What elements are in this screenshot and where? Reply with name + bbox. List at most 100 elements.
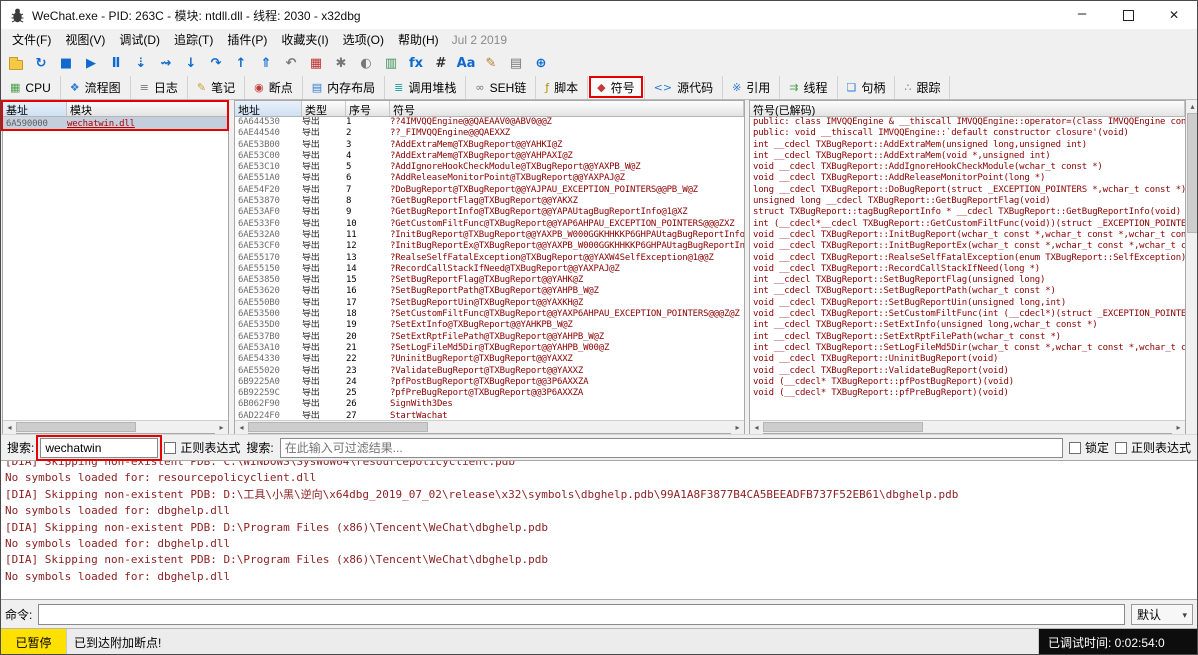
decoded-line[interactable]: void (__cdecl* TXBugReport::pfPreBugRepo… bbox=[750, 388, 1185, 399]
table-row[interactable]: 6AE55020 导出 23 ?ValidateBugReport@TXBugR… bbox=[235, 366, 744, 377]
table-row[interactable]: 6AE53B00 导出 3 ?AddExtraMem@TXBugReport@@… bbox=[235, 140, 744, 151]
symbol-filter-input[interactable] bbox=[280, 438, 1063, 458]
scrollbar-thumb[interactable] bbox=[248, 422, 428, 432]
decoded-line[interactable]: void __cdecl TXBugReport::UninitBugRepor… bbox=[750, 354, 1185, 365]
tab-cpu[interactable]: ▦ CPU bbox=[1, 76, 61, 99]
memory-layout-icon[interactable]: ▤ bbox=[504, 51, 528, 75]
module-row[interactable]: 6A590000 wechatwin.dll bbox=[3, 117, 228, 131]
menu-options[interactable]: 选项(O) bbox=[336, 29, 391, 50]
decoded-line[interactable]: void __cdecl TXBugReport::InitBugReport(… bbox=[750, 230, 1185, 241]
decoded-horizontal-scrollbar[interactable] bbox=[750, 420, 1185, 433]
table-row[interactable]: 6B062F90 导出 26 SignWith3Des bbox=[235, 399, 744, 410]
decoded-line[interactable]: void __cdecl TXBugReport::ValidateBugRep… bbox=[750, 366, 1185, 377]
scroll-left-icon[interactable] bbox=[235, 421, 248, 434]
decoded-line[interactable] bbox=[750, 411, 1185, 420]
decoded-line[interactable]: int __cdecl TXBugReport::SetBugReportFla… bbox=[750, 275, 1185, 286]
table-row[interactable]: 6AE532A0 导出 11 ?InitBugReport@TXBugRepor… bbox=[235, 230, 744, 241]
stop-icon[interactable]: ■ bbox=[54, 51, 78, 75]
decoded-line[interactable]: void __cdecl TXBugReport::SetCustomFiltF… bbox=[750, 309, 1185, 320]
scroll-right-icon[interactable] bbox=[215, 421, 228, 434]
table-row[interactable]: 6AE53870 导出 8 ?GetBugReportFlag@TXBugRep… bbox=[235, 196, 744, 207]
scroll-up-icon[interactable] bbox=[1186, 100, 1198, 113]
open-file-icon[interactable] bbox=[4, 51, 28, 75]
menu-favourites[interactable]: 收藏夹(I) bbox=[274, 29, 335, 50]
decoded-vertical-scrollbar[interactable] bbox=[1186, 100, 1198, 434]
cpu-chip-icon[interactable]: ▥ bbox=[379, 51, 403, 75]
decoded-line[interactable]: void __cdecl TXBugReport::SetBugReportUi… bbox=[750, 298, 1185, 309]
table-row[interactable]: 6AE53C10 导出 5 ?AddIgnoreHookCheckModule@… bbox=[235, 162, 744, 173]
run-to-user-code-icon[interactable]: ⇑ bbox=[254, 51, 278, 75]
tab-script[interactable]: ƒ 脚本 bbox=[536, 76, 588, 99]
pause-icon[interactable]: Ⅱ bbox=[104, 51, 128, 75]
animate-into-icon[interactable]: ⇣ bbox=[129, 51, 153, 75]
scrollbar-thumb[interactable] bbox=[1187, 113, 1198, 233]
decoded-line[interactable]: public: void __thiscall IMVQQEngine::`de… bbox=[750, 128, 1185, 139]
table-row[interactable]: 6AE55170 导出 13 ?RealseSelfFatalException… bbox=[235, 253, 744, 264]
minimize-button[interactable] bbox=[1059, 1, 1105, 29]
menu-file[interactable]: 文件(F) bbox=[5, 29, 58, 50]
table-row[interactable]: 6AE53620 导出 16 ?SetBugReportPath@TXBugRe… bbox=[235, 286, 744, 297]
table-row[interactable]: 6AE55150 导出 14 ?RecordCallStackIfNeed@TX… bbox=[235, 264, 744, 275]
table-row[interactable]: 6AE550B0 导出 17 ?SetBugReportUin@TXBugRep… bbox=[235, 298, 744, 309]
decoded-line[interactable]: long __cdecl TXBugReport::DoBugReport(st… bbox=[750, 185, 1185, 196]
decoded-line[interactable]: int __cdecl TXBugReport::SetExtInfo(unsi… bbox=[750, 320, 1185, 331]
table-row[interactable]: 6AE53A10 导出 21 ?SetLogFileMd5Dir@TXBugRe… bbox=[235, 343, 744, 354]
decoded-line[interactable]: int (__cdecl*__cdecl TXBugReport::GetCus… bbox=[750, 219, 1185, 230]
table-row[interactable]: 6AE53500 导出 18 ?SetCustomFiltFunc@TXBugR… bbox=[235, 309, 744, 320]
table-row[interactable]: 6AE537B0 导出 20 ?SetExtRptFilePath@TXBugR… bbox=[235, 332, 744, 343]
scroll-right-icon[interactable] bbox=[731, 421, 744, 434]
lock-checkbox[interactable] bbox=[1069, 442, 1081, 454]
close-button[interactable] bbox=[1151, 1, 1197, 29]
menu-help[interactable]: 帮助(H) bbox=[391, 29, 446, 50]
decoded-line[interactable]: void __cdecl TXBugReport::RealseSelfFata… bbox=[750, 253, 1185, 264]
table-row[interactable]: 6AE53CF0 导出 12 ?InitBugReportEx@TXBugRep… bbox=[235, 241, 744, 252]
module-search-input[interactable] bbox=[40, 438, 158, 458]
menu-plugins[interactable]: 插件(P) bbox=[220, 29, 274, 50]
globe-icon[interactable]: ⊕ bbox=[529, 51, 553, 75]
step-over-icon[interactable]: ↷ bbox=[204, 51, 228, 75]
menu-trace[interactable]: 追踪(T) bbox=[167, 29, 220, 50]
decoded-line[interactable]: int __cdecl TXBugReport::AddExtraMem(voi… bbox=[750, 151, 1185, 162]
tab-memory-map[interactable]: ▤ 内存布局 bbox=[303, 76, 385, 99]
table-row[interactable]: 6AD224F0 导出 27 StartWachat bbox=[235, 411, 744, 420]
run-icon[interactable]: ▶ bbox=[79, 51, 103, 75]
tab-references[interactable]: ※ 引用 bbox=[723, 76, 780, 99]
command-profile-dropdown[interactable]: 默认 bbox=[1131, 604, 1193, 625]
tab-log[interactable]: ≡ 日志 bbox=[131, 76, 188, 99]
scroll-left-icon[interactable] bbox=[750, 421, 763, 434]
command-input[interactable] bbox=[38, 604, 1125, 625]
table-row[interactable]: 6AE53850 导出 15 ?SetBugReportFlag@TXBugRe… bbox=[235, 275, 744, 286]
tab-threads[interactable]: ⇉ 线程 bbox=[780, 76, 837, 99]
table-row[interactable]: 6A644530 导出 1 ??4IMVQQEngine@@QAEAAV0@AB… bbox=[235, 117, 744, 128]
tab-graph[interactable]: ❖ 流程图 bbox=[61, 76, 131, 99]
scrollbar-thumb[interactable] bbox=[763, 422, 923, 432]
scroll-left-icon[interactable] bbox=[3, 421, 16, 434]
scroll-right-icon[interactable] bbox=[1172, 421, 1185, 434]
menu-debug[interactable]: 调试(D) bbox=[112, 29, 167, 50]
table-row[interactable]: 6AE535D0 导出 19 ?SetExtInfo@TXBugReport@@… bbox=[235, 320, 744, 331]
maximize-button[interactable] bbox=[1105, 1, 1151, 29]
table-row[interactable]: 6AE54330 导出 22 ?UninitBugReport@TXBugRep… bbox=[235, 354, 744, 365]
appearance-icon[interactable]: ◐ bbox=[354, 51, 378, 75]
symbol-regex-checkbox[interactable] bbox=[1115, 442, 1127, 454]
decoded-line[interactable]: int __cdecl TXBugReport::SetBugReportPat… bbox=[750, 286, 1185, 297]
step-back-icon[interactable]: ↶ bbox=[279, 51, 303, 75]
table-row[interactable]: 6AE44540 导出 2 ??_FIMVQQEngine@@QAEXXZ bbox=[235, 128, 744, 139]
decoded-line[interactable]: void __cdecl TXBugReport::InitBugReportE… bbox=[750, 241, 1185, 252]
decoded-line[interactable]: void (__cdecl* TXBugReport::pfPostBugRep… bbox=[750, 377, 1185, 388]
hash-label-icon[interactable]: # bbox=[429, 51, 453, 75]
symbols-horizontal-scrollbar[interactable] bbox=[235, 420, 744, 433]
tab-call-stack[interactable]: ≣ 调用堆栈 bbox=[385, 76, 466, 99]
decoded-line[interactable]: int __cdecl TXBugReport::SetLogFileMd5Di… bbox=[750, 343, 1185, 354]
modules-horizontal-scrollbar[interactable] bbox=[3, 420, 228, 433]
patches-icon[interactable]: ▦ bbox=[304, 51, 328, 75]
tab-breakpoints[interactable]: ◉ 断点 bbox=[245, 76, 303, 99]
decoded-line[interactable]: struct TXBugReport::tagBugReportInfo * _… bbox=[750, 207, 1185, 218]
edit-patch-icon[interactable]: ✎ bbox=[479, 51, 503, 75]
restart-icon[interactable]: ↻ bbox=[29, 51, 53, 75]
table-row[interactable]: 6B9225A0 导出 24 ?pfPostBugReport@TXBugRep… bbox=[235, 377, 744, 388]
text-case-icon[interactable]: Aa bbox=[454, 51, 478, 75]
table-row[interactable]: 6AE551A0 导出 6 ?AddReleaseMonitorPoint@TX… bbox=[235, 173, 744, 184]
decoded-line[interactable]: int __cdecl TXBugReport::SetExtRptFilePa… bbox=[750, 332, 1185, 343]
tab-trace[interactable]: ∴ 跟踪 bbox=[895, 76, 950, 99]
